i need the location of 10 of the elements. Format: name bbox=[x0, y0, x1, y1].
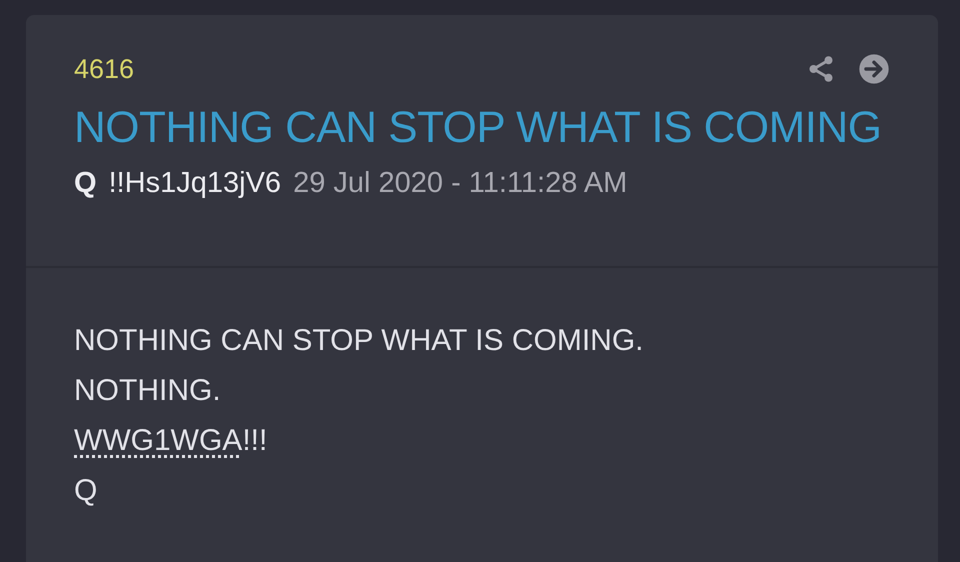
post-text-line: Q bbox=[74, 473, 98, 509]
author-name: Q bbox=[74, 167, 97, 200]
post-text-line: NOTHING. bbox=[74, 373, 222, 409]
post-timestamp: 29 Jul 2020 - 11:11:28 AM bbox=[293, 167, 628, 200]
post-number: 4616 bbox=[74, 54, 134, 84]
post-text-line: NOTHING CAN STOP WHAT IS COMING. bbox=[74, 323, 644, 359]
arrow-circle-icon[interactable] bbox=[858, 53, 890, 85]
post-title: NOTHING CAN STOP WHAT IS COMING bbox=[74, 103, 883, 153]
tripcode: !!Hs1Jq13jV6 bbox=[108, 167, 282, 200]
post-text-line: WWG1WGA!!! bbox=[74, 423, 268, 459]
